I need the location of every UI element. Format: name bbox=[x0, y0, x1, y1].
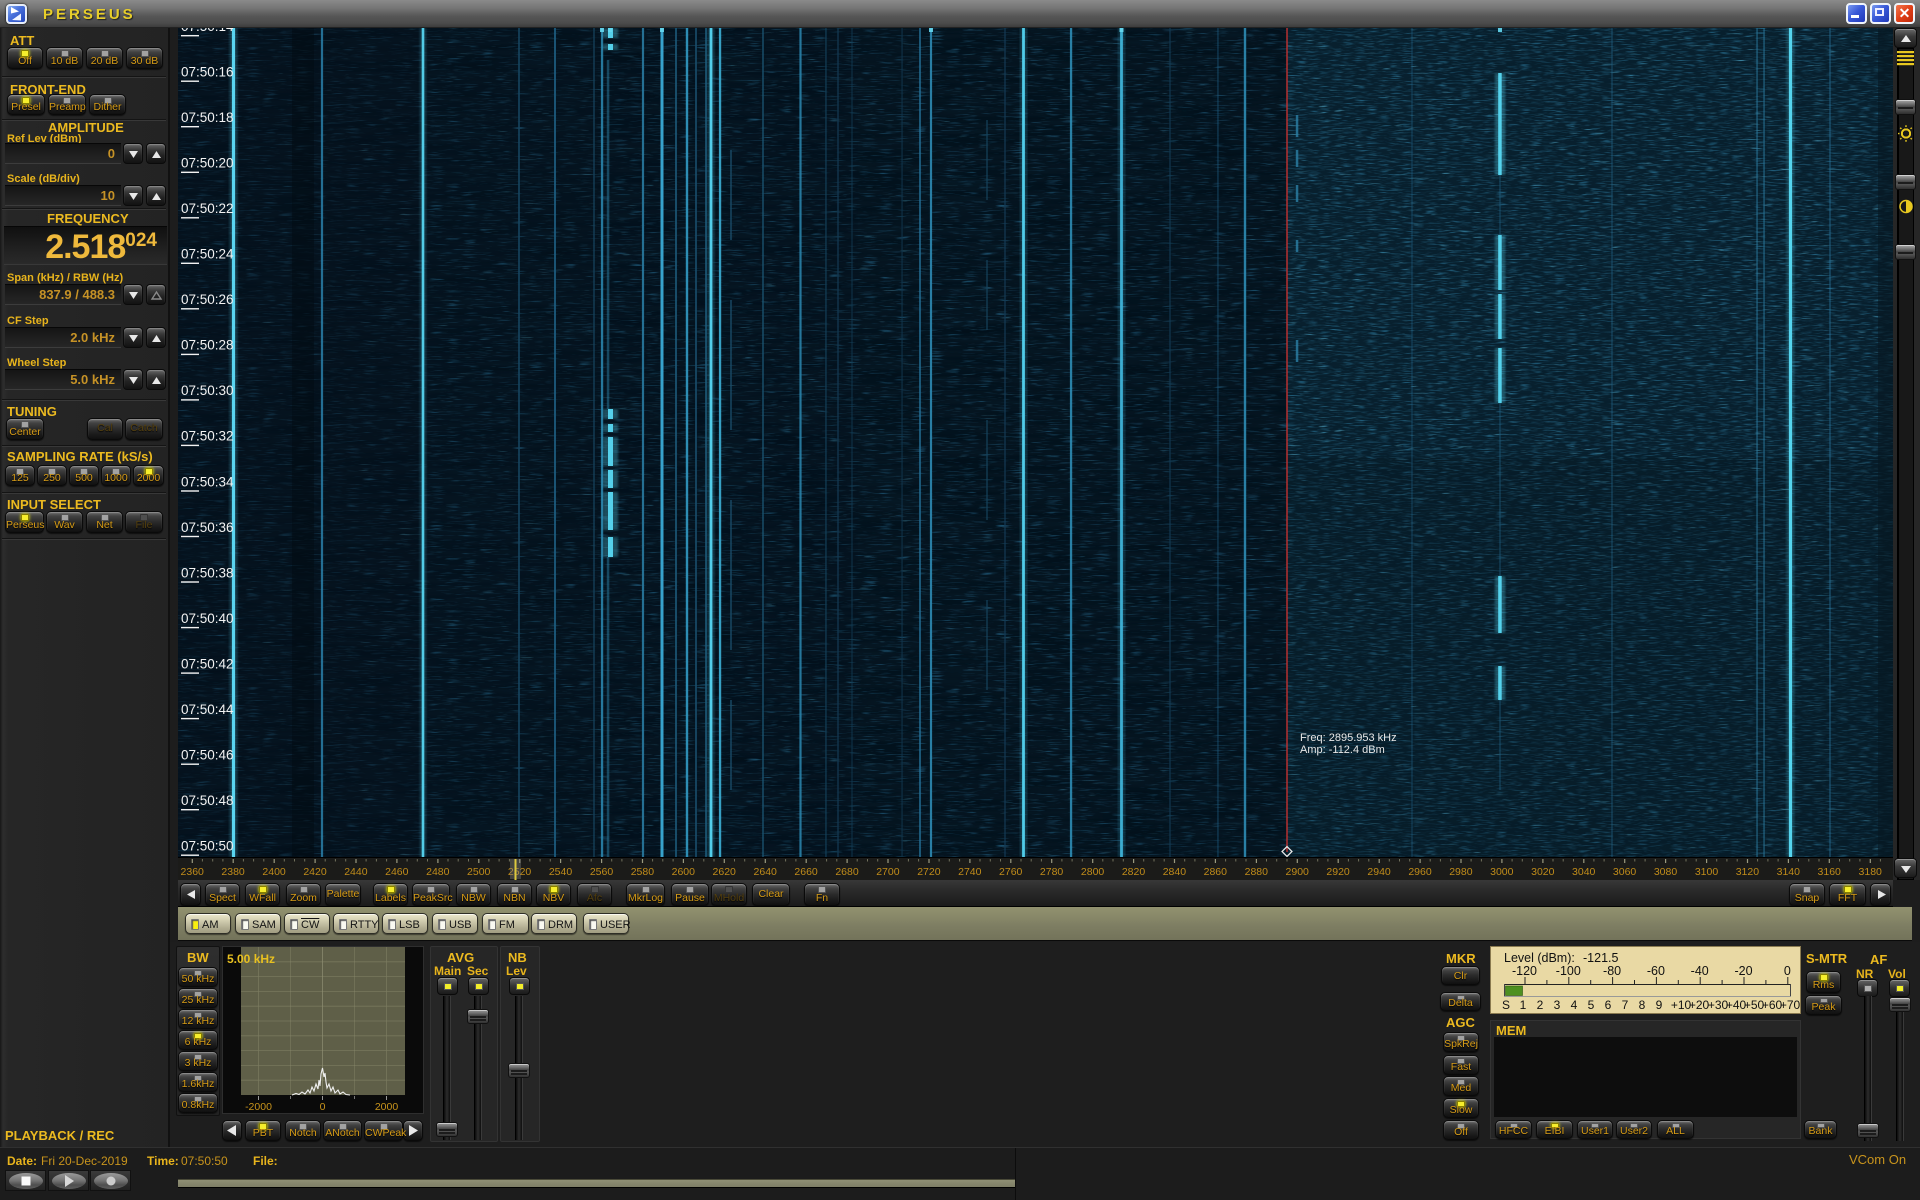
svg-text:2800: 2800 bbox=[1081, 866, 1105, 878]
svg-text:2420: 2420 bbox=[303, 866, 327, 878]
svg-text:07:50:28: 07:50:28 bbox=[181, 338, 234, 353]
svg-text:2660: 2660 bbox=[794, 866, 818, 878]
svg-text:2940: 2940 bbox=[1367, 866, 1391, 878]
svg-text:2560: 2560 bbox=[590, 866, 614, 878]
svg-text:1: 1 bbox=[1520, 998, 1527, 1012]
svg-text:3040: 3040 bbox=[1572, 866, 1596, 878]
svg-text:07:50:20: 07:50:20 bbox=[181, 156, 234, 171]
svg-text:07:50:18: 07:50:18 bbox=[181, 110, 234, 125]
svg-text:8: 8 bbox=[1639, 998, 1646, 1012]
svg-text:2: 2 bbox=[1537, 998, 1544, 1012]
svg-text:2920: 2920 bbox=[1326, 866, 1350, 878]
svg-text:2960: 2960 bbox=[1408, 866, 1432, 878]
svg-text:2880: 2880 bbox=[1245, 866, 1269, 878]
svg-text:2980: 2980 bbox=[1449, 866, 1473, 878]
svg-text:Level (dBm):: Level (dBm): bbox=[1504, 951, 1575, 965]
svg-text:3140: 3140 bbox=[1777, 866, 1801, 878]
svg-text:2440: 2440 bbox=[344, 866, 368, 878]
svg-text:2360: 2360 bbox=[181, 866, 205, 878]
svg-text:9: 9 bbox=[1656, 998, 1663, 1012]
svg-text:07:50:42: 07:50:42 bbox=[181, 656, 234, 671]
svg-text:07:50:32: 07:50:32 bbox=[181, 429, 234, 444]
svg-text:+70: +70 bbox=[1780, 998, 1800, 1012]
svg-text:2740: 2740 bbox=[958, 866, 982, 878]
svg-text:2480: 2480 bbox=[426, 866, 450, 878]
svg-text:07:50:36: 07:50:36 bbox=[181, 520, 234, 535]
svg-text:07:50:50: 07:50:50 bbox=[181, 839, 234, 854]
svg-text:07:50:34: 07:50:34 bbox=[181, 474, 234, 489]
svg-text:2400: 2400 bbox=[262, 866, 286, 878]
svg-text:2000: 2000 bbox=[375, 1101, 399, 1113]
svg-text:7: 7 bbox=[1622, 998, 1629, 1012]
svg-text:3000: 3000 bbox=[1490, 866, 1514, 878]
svg-text:Amp: -112.4 dBm: Amp: -112.4 dBm bbox=[1300, 744, 1385, 756]
svg-text:3100: 3100 bbox=[1695, 866, 1719, 878]
svg-text:S: S bbox=[1502, 998, 1510, 1012]
svg-text:-40: -40 bbox=[1691, 964, 1709, 978]
svg-text:3080: 3080 bbox=[1654, 866, 1678, 878]
svg-text:07:50:48: 07:50:48 bbox=[181, 793, 234, 808]
svg-text:+20: +20 bbox=[1689, 998, 1710, 1012]
svg-text:07:50:14: 07:50:14 bbox=[181, 28, 234, 34]
svg-text:2680: 2680 bbox=[835, 866, 859, 878]
svg-text:07:50:46: 07:50:46 bbox=[181, 748, 234, 763]
svg-text:2380: 2380 bbox=[221, 866, 245, 878]
svg-text:07:50:30: 07:50:30 bbox=[181, 383, 234, 398]
svg-text:2860: 2860 bbox=[1204, 866, 1228, 878]
svg-text:2620: 2620 bbox=[713, 866, 737, 878]
svg-text:3: 3 bbox=[1554, 998, 1561, 1012]
svg-text:2700: 2700 bbox=[876, 866, 900, 878]
svg-text:-100: -100 bbox=[1556, 964, 1581, 978]
svg-text:-20: -20 bbox=[1734, 964, 1752, 978]
svg-text:2840: 2840 bbox=[1163, 866, 1187, 878]
svg-text:-121.5: -121.5 bbox=[1583, 951, 1618, 965]
svg-text:07:50:44: 07:50:44 bbox=[181, 702, 234, 717]
svg-text:2780: 2780 bbox=[1040, 866, 1064, 878]
svg-text:3160: 3160 bbox=[1818, 866, 1842, 878]
svg-text:3120: 3120 bbox=[1736, 866, 1760, 878]
svg-text:2600: 2600 bbox=[672, 866, 696, 878]
svg-text:2500: 2500 bbox=[467, 866, 491, 878]
svg-text:3060: 3060 bbox=[1613, 866, 1637, 878]
svg-text:2580: 2580 bbox=[631, 866, 655, 878]
svg-text:2820: 2820 bbox=[1122, 866, 1146, 878]
svg-text:-60: -60 bbox=[1647, 964, 1665, 978]
svg-text:07:50:26: 07:50:26 bbox=[181, 292, 234, 307]
svg-text:-120: -120 bbox=[1512, 964, 1537, 978]
svg-text:-80: -80 bbox=[1603, 964, 1621, 978]
svg-text:5: 5 bbox=[1588, 998, 1595, 1012]
svg-text:2460: 2460 bbox=[385, 866, 409, 878]
svg-text:07:50:22: 07:50:22 bbox=[181, 201, 234, 216]
svg-text:5.00 kHz: 5.00 kHz bbox=[227, 952, 275, 966]
svg-text:07:50:24: 07:50:24 bbox=[181, 247, 234, 262]
svg-text:07:50:38: 07:50:38 bbox=[181, 565, 234, 580]
svg-text:-2000: -2000 bbox=[245, 1101, 272, 1113]
svg-text:07:50:16: 07:50:16 bbox=[181, 65, 234, 80]
svg-text:6: 6 bbox=[1605, 998, 1612, 1012]
svg-text:3020: 3020 bbox=[1531, 866, 1555, 878]
svg-text:07:50:40: 07:50:40 bbox=[181, 611, 234, 626]
svg-text:2640: 2640 bbox=[754, 866, 778, 878]
svg-text:4: 4 bbox=[1571, 998, 1578, 1012]
svg-text:Freq: 2895.953 kHz: Freq: 2895.953 kHz bbox=[1300, 732, 1397, 744]
svg-text:2720: 2720 bbox=[917, 866, 941, 878]
svg-text:2540: 2540 bbox=[549, 866, 573, 878]
svg-text:0: 0 bbox=[1784, 964, 1791, 978]
svg-text:0: 0 bbox=[320, 1101, 326, 1113]
svg-text:3180: 3180 bbox=[1859, 866, 1883, 878]
svg-text:2900: 2900 bbox=[1286, 866, 1310, 878]
svg-text:2760: 2760 bbox=[999, 866, 1023, 878]
